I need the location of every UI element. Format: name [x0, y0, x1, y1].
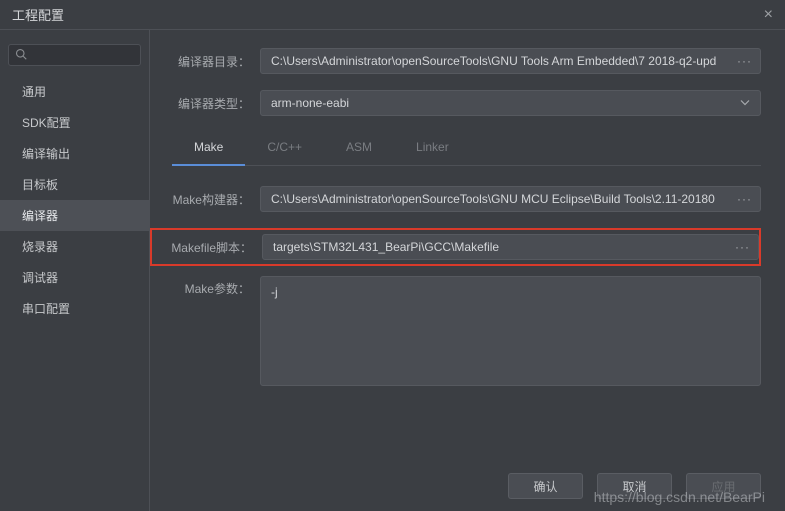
compiler-dir-value: C:\Users\Administrator\openSourceTools\G… [271, 54, 716, 68]
search-icon [15, 48, 27, 63]
search-input[interactable] [8, 44, 141, 66]
sidebar-item-sdk[interactable]: SDK配置 [0, 107, 149, 138]
compiler-type-select[interactable]: arm-none-eabi [260, 90, 761, 116]
make-builder-label: Make构建器： [150, 191, 260, 208]
make-params-label: Make参数： [150, 276, 260, 297]
browse-icon[interactable]: ··· [737, 192, 752, 206]
apply-button[interactable]: 应用 [686, 473, 761, 499]
tab-linker[interactable]: Linker [394, 132, 471, 165]
sidebar: 通用 SDK配置 编译输出 目标板 编译器 烧录器 调试器 串口配置 [0, 30, 150, 511]
browse-icon[interactable]: ··· [737, 54, 752, 68]
make-params-row: Make参数： -j [150, 276, 761, 386]
browse-icon[interactable]: ··· [735, 240, 750, 254]
sidebar-item-serial[interactable]: 串口配置 [0, 293, 149, 324]
tab-asm[interactable]: ASM [324, 132, 394, 165]
sidebar-item-general[interactable]: 通用 [0, 76, 149, 107]
makefile-script-value: targets\STM32L431_BearPi\GCC\Makefile [273, 240, 499, 254]
close-icon[interactable]: × [764, 6, 773, 24]
titlebar: 工程配置 × [0, 0, 785, 30]
compiler-type-row: 编译器类型： arm-none-eabi [150, 90, 761, 116]
sidebar-item-target-board[interactable]: 目标板 [0, 169, 149, 200]
main-panel: 编译器目录： C:\Users\Administrator\openSource… [150, 30, 785, 511]
tab-ccpp[interactable]: C/C++ [245, 132, 324, 165]
content-area: 通用 SDK配置 编译输出 目标板 编译器 烧录器 调试器 串口配置 编译器目录… [0, 30, 785, 511]
makefile-script-row: Makefile脚本： targets\STM32L431_BearPi\GCC… [150, 228, 761, 266]
sidebar-item-burner[interactable]: 烧录器 [0, 231, 149, 262]
compiler-dir-row: 编译器目录： C:\Users\Administrator\openSource… [150, 48, 761, 74]
ok-button[interactable]: 确认 [508, 473, 583, 499]
make-builder-row: Make构建器： C:\Users\Administrator\openSour… [150, 186, 761, 212]
make-params-textarea[interactable]: -j [260, 276, 761, 386]
makefile-script-label: Makefile脚本： [152, 239, 262, 256]
window-title: 工程配置 [12, 5, 64, 24]
sidebar-item-compiler[interactable]: 编译器 [0, 200, 149, 231]
chevron-down-icon [740, 98, 750, 109]
sidebar-item-debugger[interactable]: 调试器 [0, 262, 149, 293]
compiler-type-value: arm-none-eabi [271, 96, 349, 110]
sidebar-item-compile-output[interactable]: 编译输出 [0, 138, 149, 169]
make-builder-input[interactable]: C:\Users\Administrator\openSourceTools\G… [260, 186, 761, 212]
cancel-button[interactable]: 取消 [597, 473, 672, 499]
compiler-dir-label: 编译器目录： [150, 53, 260, 70]
tabs: Make C/C++ ASM Linker [172, 132, 761, 166]
button-row: 确认 取消 应用 [508, 473, 761, 499]
tab-make[interactable]: Make [172, 132, 245, 166]
compiler-type-label: 编译器类型： [150, 95, 260, 112]
makefile-script-input[interactable]: targets\STM32L431_BearPi\GCC\Makefile ··… [262, 234, 759, 260]
compiler-dir-input[interactable]: C:\Users\Administrator\openSourceTools\G… [260, 48, 761, 74]
make-builder-value: C:\Users\Administrator\openSourceTools\G… [271, 192, 715, 206]
